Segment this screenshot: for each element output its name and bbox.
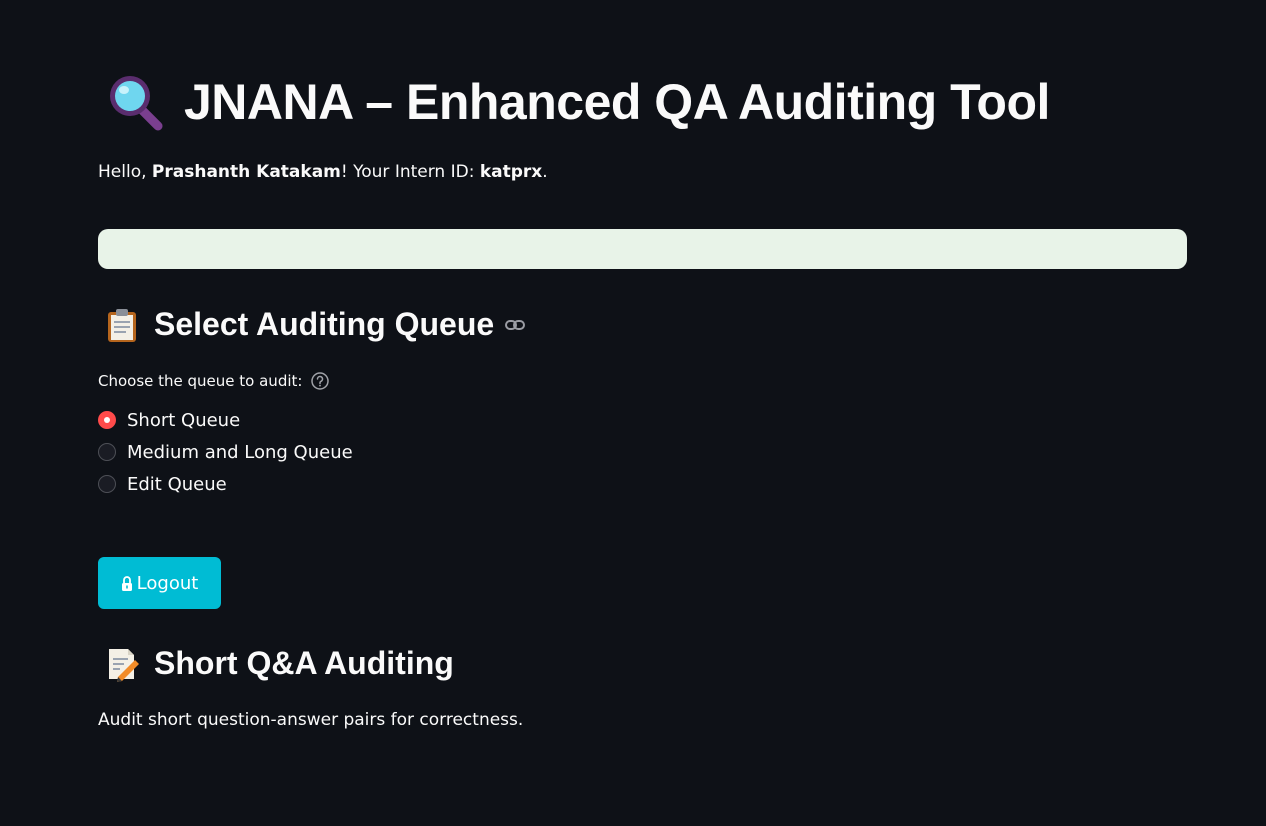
radio-option-medium-long-queue[interactable]: Medium and Long Queue (98, 436, 353, 468)
intern-id: katprx (479, 162, 543, 182)
logout-button-label: Logout (136, 572, 199, 594)
radio-option-label: Short Queue (127, 409, 241, 431)
page-title: JNANA – Enhanced QA Auditing Tool (184, 74, 1050, 130)
radio-option-label: Medium and Long Queue (127, 441, 353, 463)
greeting-middle: ! Your Intern ID: (340, 162, 480, 182)
queue-radio-label: Choose the queue to audit: (98, 371, 330, 391)
greeting-text: Hello, Prashanth Katakam! Your Intern ID… (98, 162, 548, 182)
short-section-title: Short Q&A Auditing (154, 645, 454, 681)
radio-option-label: Edit Queue (127, 473, 227, 495)
link-icon[interactable] (504, 314, 526, 336)
page-header: JNANA – Enhanced QA Auditing Tool (106, 72, 1050, 132)
short-section-description: Audit short question-answer pairs for co… (98, 710, 524, 730)
magnifying-glass-icon (110, 76, 163, 131)
radio-option-short-queue[interactable]: Short Queue (98, 404, 353, 436)
user-name: Prashanth Katakam (151, 162, 341, 182)
clipboard-icon (108, 308, 136, 342)
logout-button[interactable]: Logout (98, 557, 221, 609)
queue-section-title: Select Auditing Queue (154, 306, 495, 342)
success-banner (98, 229, 1187, 269)
short-section-header: Short Q&A Auditing (104, 645, 454, 682)
radio-option-edit-queue[interactable]: Edit Queue (98, 468, 353, 500)
memo-icon (109, 648, 139, 682)
queue-section-header: Select Auditing Queue (104, 306, 526, 343)
queue-radio-group: Short Queue Medium and Long Queue Edit Q… (98, 404, 353, 500)
radio-button[interactable] (98, 443, 116, 461)
greeting-prefix: Hello, (98, 162, 152, 182)
queue-radio-label-text: Choose the queue to audit: (98, 372, 303, 390)
radio-button[interactable] (98, 475, 116, 493)
radio-button-selected[interactable] (98, 411, 116, 429)
lock-icon (121, 575, 132, 591)
greeting-suffix: . (542, 162, 548, 182)
help-icon[interactable] (310, 371, 330, 391)
